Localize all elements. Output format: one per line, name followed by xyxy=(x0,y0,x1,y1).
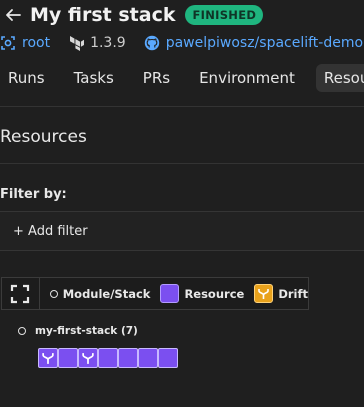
stack-meta: root 1.3.9 pawelpiwosz/spacelift-demo xyxy=(0,31,364,55)
github-icon xyxy=(144,35,159,51)
space-link[interactable]: root xyxy=(0,35,50,51)
section-divider xyxy=(0,163,364,164)
legend-module-stack: Module/Stack xyxy=(49,286,151,301)
tab-resources[interactable]: Resources xyxy=(315,64,364,92)
legend-drift: Drift xyxy=(254,284,308,303)
graph-legend: Module/Stack Resource Drift xyxy=(1,277,309,310)
resource-swatch-icon xyxy=(160,284,180,303)
drift-icon xyxy=(258,289,270,299)
tab-tasks[interactable]: Tasks xyxy=(66,64,122,92)
resource-block[interactable] xyxy=(138,348,158,368)
resource-block[interactable] xyxy=(118,348,138,368)
filter-bar: + Add filter xyxy=(0,211,364,251)
legend-module-stack-label: Module/Stack xyxy=(62,286,151,301)
module-stack-dot-icon xyxy=(49,289,58,298)
fullscreen-button[interactable] xyxy=(2,278,40,309)
legend-drift-label: Drift xyxy=(278,286,308,301)
fullscreen-icon xyxy=(11,284,30,303)
resource-block[interactable] xyxy=(38,348,58,368)
repository-name: pawelpiwosz/spacelift-demo xyxy=(165,35,364,51)
provider-icon xyxy=(42,353,54,364)
filter-label: Filter by: xyxy=(0,187,67,202)
tab-runs[interactable]: Runs xyxy=(0,64,53,92)
page-title: My first stack xyxy=(30,4,176,26)
version-text: 1.3.9 xyxy=(90,35,126,51)
stack-tabs: Runs Tasks PRs Environment Resources xyxy=(0,63,364,93)
resource-blocks xyxy=(38,348,178,368)
terraform-icon xyxy=(70,36,85,51)
stack-node-dot-icon xyxy=(18,327,26,335)
space-icon xyxy=(1,36,15,50)
space-name: root xyxy=(22,35,51,51)
stack-node-label: my-first-stack (7) xyxy=(35,325,138,337)
resource-block[interactable] xyxy=(158,348,178,368)
drift-swatch-icon xyxy=(254,284,274,303)
tab-prs[interactable]: PRs xyxy=(135,64,178,92)
terraform-version: 1.3.9 xyxy=(68,35,126,51)
legend-resource: Resource xyxy=(160,284,244,303)
resource-block[interactable] xyxy=(58,348,78,368)
resource-block[interactable] xyxy=(78,348,98,368)
stack-node[interactable]: my-first-stack (7) xyxy=(18,325,138,337)
add-filter-button[interactable]: + Add filter xyxy=(13,224,88,239)
legend-resource-label: Resource xyxy=(184,286,245,301)
tabs-divider xyxy=(0,106,364,107)
status-badge: FINISHED xyxy=(185,5,264,25)
provider-icon xyxy=(82,353,94,364)
tab-environment[interactable]: Environment xyxy=(191,64,303,92)
stack-header: My first stack FINISHED xyxy=(0,0,364,30)
resource-block[interactable] xyxy=(98,348,118,368)
back-arrow-icon[interactable] xyxy=(4,6,22,24)
repository-link[interactable]: pawelpiwosz/spacelift-demo xyxy=(144,35,363,51)
section-title: Resources xyxy=(0,127,87,147)
